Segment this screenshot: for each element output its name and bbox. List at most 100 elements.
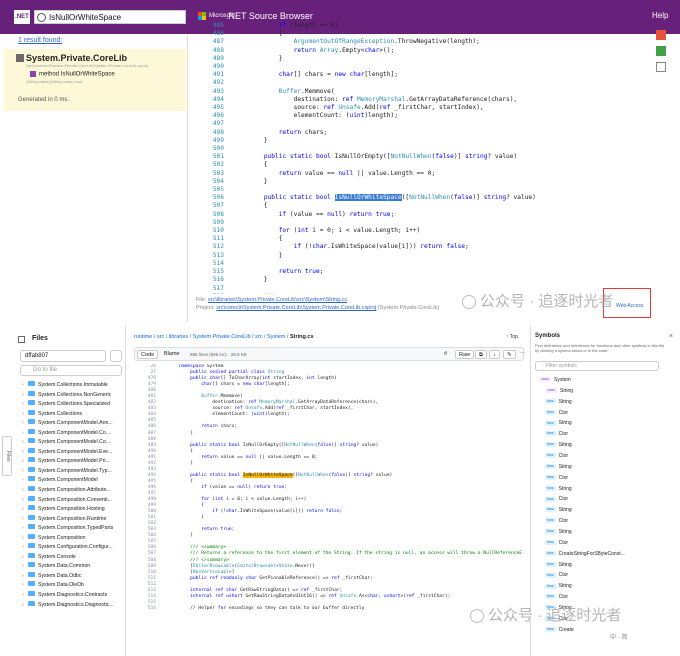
copy-icon[interactable]: ⧉: [475, 350, 487, 359]
symbol-item[interactable]: func String: [539, 440, 677, 451]
file-tree-item[interactable]: › System.Data.Common: [22, 562, 122, 572]
file-tree-item[interactable]: › System.Composition.Conventi...: [22, 495, 122, 506]
line-number[interactable]: 518: [196, 293, 224, 294]
search-input[interactable]: [49, 12, 179, 22]
line-number[interactable]: 516: [134, 606, 156, 612]
file-tree-item[interactable]: › System.Collections.Specialized: [22, 400, 122, 410]
line-number[interactable]: 486: [196, 30, 224, 38]
brand-title[interactable]: .NET Source Browser: [226, 11, 313, 21]
file-tree-item[interactable]: › System.ComponentModel.Co...: [22, 428, 122, 439]
results-count[interactable]: 1 result found:: [18, 37, 62, 44]
symbol-item[interactable]: func Ctor: [539, 494, 677, 505]
project-path-link[interactable]: src\coreclr\System.Private.CoreLib\Syste…: [216, 305, 376, 311]
breadcrumb-link[interactable]: System.Private.CoreLib: [193, 334, 251, 340]
line-number[interactable]: 506: [196, 194, 224, 202]
file-tree-item[interactable]: › System.Diagnostics.Contracts: [22, 591, 122, 601]
line-number[interactable]: 488: [196, 47, 224, 55]
line-number[interactable]: 516: [196, 276, 224, 284]
line-number[interactable]: 497: [196, 120, 224, 128]
file-path-link[interactable]: src\libraries\System.Private.CoreLib\src…: [208, 297, 347, 303]
symbol-item[interactable]: func String: [539, 505, 677, 516]
symbol-item[interactable]: func Ctor: [539, 538, 677, 549]
file-tree-item[interactable]: › System.Diagnostics.Diagnostic...: [22, 600, 122, 611]
symbol-item[interactable]: func String: [539, 397, 677, 408]
line-number[interactable]: 507: [196, 202, 224, 210]
branch-selector[interactable]: dffab807: [20, 350, 106, 362]
tab-code[interactable]: Code: [137, 350, 159, 359]
line-number[interactable]: 498: [196, 129, 224, 137]
line-number[interactable]: 509: [196, 219, 224, 227]
symbol-item[interactable]: class String: [539, 386, 677, 397]
line-number[interactable]: 510: [196, 227, 224, 235]
line-number[interactable]: 493: [196, 88, 224, 96]
file-tree-item[interactable]: › System.Console: [22, 552, 122, 563]
file-tree-item[interactable]: › System.Composition.Runtime: [22, 514, 122, 525]
line-number[interactable]: 501: [196, 153, 224, 161]
symbol-item[interactable]: func String: [539, 581, 677, 592]
edit-icon[interactable]: ✎: [503, 350, 516, 359]
symbol-item[interactable]: func Ctor: [539, 451, 677, 462]
line-number[interactable]: 512: [196, 243, 224, 251]
symbol-item[interactable]: func Ctor: [539, 408, 677, 419]
go-to-file-input[interactable]: Go to file: [20, 365, 122, 376]
file-tree-item[interactable]: › System.Composition.Attribute...: [22, 486, 122, 496]
symbol-item[interactable]: func Ctor: [539, 473, 677, 484]
file-tree-item[interactable]: › System.ComponentModel.Eve...: [22, 447, 122, 458]
file-tree-item[interactable]: › System.Collections.Immutable: [22, 381, 122, 391]
document-outline-icon[interactable]: [656, 30, 666, 40]
file-tree-item[interactable]: › System.Collections: [22, 409, 122, 420]
line-number[interactable]: 490: [196, 63, 224, 71]
symbol-item[interactable]: class System: [539, 375, 677, 386]
line-number[interactable]: 491: [196, 71, 224, 79]
symbol-item[interactable]: func Ctor: [539, 592, 677, 603]
highlighted-method[interactable]: IsNullOrWhiteSpace: [242, 472, 293, 478]
symbol-item[interactable]: func Ctor: [539, 570, 677, 581]
help-link[interactable]: Help: [652, 11, 668, 20]
symbol-item[interactable]: func Ctor: [539, 516, 677, 527]
assembly-name[interactable]: System.Private.CoreLib: [26, 53, 127, 63]
line-number[interactable]: 513: [196, 252, 224, 260]
file-tree-item[interactable]: › System.ComponentModel.Typ...: [22, 466, 122, 477]
line-number[interactable]: 495: [196, 104, 224, 112]
file-tree-item[interactable]: › System.ComponentModel: [22, 476, 122, 486]
line-number[interactable]: 494: [196, 96, 224, 104]
line-number[interactable]: 503: [196, 170, 224, 178]
search-files-button[interactable]: [110, 350, 122, 362]
line-number[interactable]: 515: [196, 268, 224, 276]
line-number[interactable]: 499: [196, 137, 224, 145]
line-number[interactable]: 508: [196, 211, 224, 219]
raw-button[interactable]: Raw: [455, 350, 475, 359]
breadcrumb-link[interactable]: runtime: [134, 334, 152, 340]
file-tree-item[interactable]: › System.Composition.TypedParts: [22, 524, 122, 534]
web-access-link[interactable]: Web Access: [616, 303, 643, 309]
line-number[interactable]: 511: [196, 235, 224, 243]
namespace-explorer-icon[interactable]: [656, 62, 666, 72]
symbol-item[interactable]: func String: [539, 560, 677, 571]
line-number[interactable]: 502: [196, 161, 224, 169]
result-method[interactable]: method IsNullOrWhiteSpace: [30, 71, 115, 78]
file-tree-item[interactable]: › System.Composition.Hosting: [22, 505, 122, 515]
breadcrumb-link[interactable]: libraries: [169, 334, 188, 340]
file-tree-item[interactable]: › System.ComponentModel.Ann...: [22, 419, 122, 429]
highlighted-method[interactable]: IsNullOrWhiteSpace: [334, 194, 402, 202]
file-tree-item[interactable]: › System.ComponentModel.Pri...: [22, 457, 122, 467]
top-button[interactable]: ↑ Top: [506, 334, 518, 340]
project-explorer-icon[interactable]: [656, 46, 666, 56]
line-number[interactable]: 514: [196, 260, 224, 268]
breadcrumb-link[interactable]: System: [267, 334, 285, 340]
symbol-item[interactable]: func String: [539, 418, 677, 429]
file-tree-item[interactable]: › System.Data.Odbc: [22, 571, 122, 582]
dotnet-logo[interactable]: .NET: [14, 10, 30, 24]
more-options-icon[interactable]: ⋯: [517, 350, 529, 359]
line-number[interactable]: 517: [196, 285, 224, 293]
symbols-toggle-icon[interactable]: #: [441, 350, 450, 359]
file-tree-item[interactable]: › System.Data.OleDb: [22, 581, 122, 591]
symbol-item[interactable]: func String: [539, 462, 677, 473]
file-tree-item[interactable]: › System.Configuration.Configur...: [22, 543, 122, 553]
line-number[interactable]: 500: [196, 145, 224, 153]
line-number[interactable]: 487: [196, 38, 224, 46]
symbol-item[interactable]: func String: [539, 527, 677, 538]
symbol-item[interactable]: func String: [539, 484, 677, 495]
line-number[interactable]: 496: [196, 112, 224, 120]
files-side-tab[interactable]: Files: [2, 436, 12, 476]
